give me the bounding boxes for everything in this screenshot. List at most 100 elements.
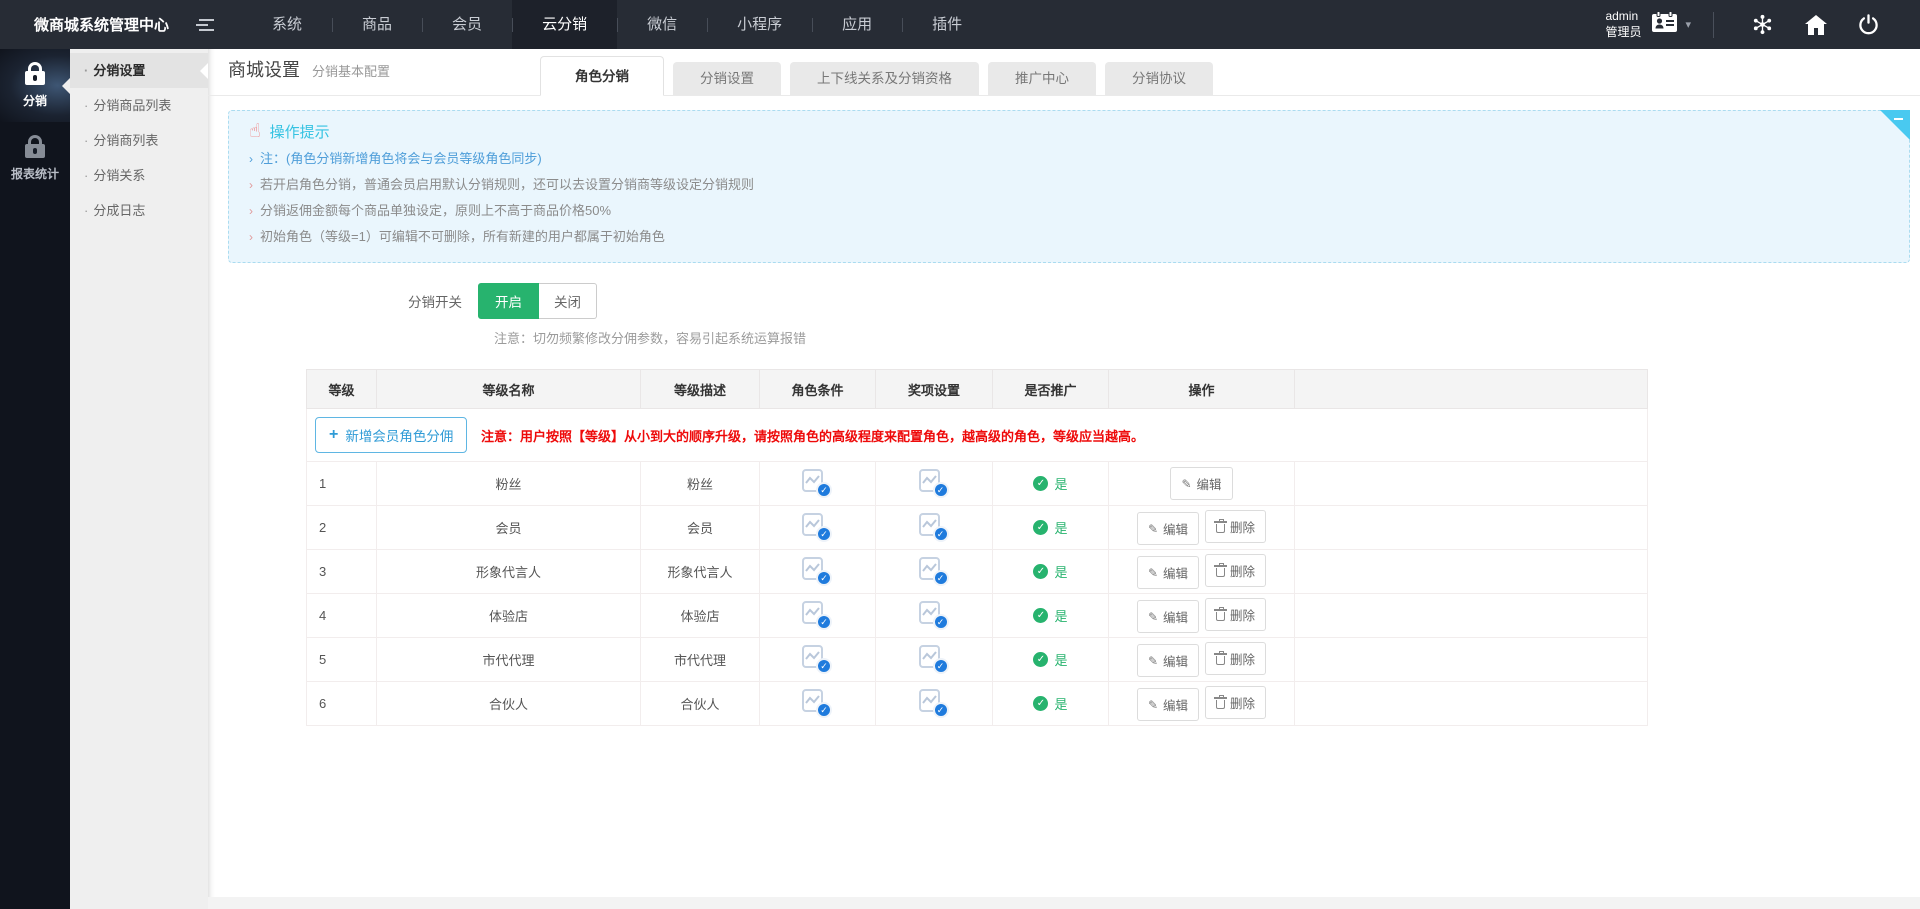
table-toolbar-row: + 新增会员角色分佣 注意：用户按照【等级】从小到大的顺序升级，请按照角色的高级… (307, 409, 1648, 462)
topnav-item[interactable]: 小程序 (707, 0, 812, 49)
sidebar-item[interactable]: ·分销关系 (70, 158, 208, 193)
sidebar-item[interactable]: ·分销商列表 (70, 123, 208, 158)
home-icon[interactable] (1804, 14, 1828, 36)
promote-text: 是 (1054, 474, 1067, 493)
role-condition-config-icon[interactable]: ✓ (802, 689, 833, 716)
check-badge-icon: ✓ (816, 614, 832, 630)
edit-button[interactable]: ✎ 编辑 (1137, 556, 1199, 589)
switch-on-button[interactable]: 开启 (478, 283, 539, 319)
col-header-promote: 是否推广 (993, 370, 1109, 409)
edit-button[interactable]: ✎ 编辑 (1137, 644, 1199, 677)
add-role-button[interactable]: + 新增会员角色分佣 (315, 417, 467, 453)
delete-button[interactable]: 删除 (1205, 554, 1266, 587)
actions-cell: ✎ 编辑 删除 (1109, 550, 1295, 594)
switch-off-button[interactable]: 关闭 (539, 283, 597, 319)
role-condition-config-icon[interactable]: ✓ (802, 513, 833, 540)
check-circle-icon: ✓ (1033, 608, 1048, 623)
topnav-item[interactable]: 微信 (617, 0, 707, 49)
award-setting-config-icon[interactable]: ✓ (919, 601, 950, 628)
promote-text: 是 (1054, 518, 1067, 537)
level-cell: 3 (307, 550, 377, 594)
hamburger-menu-icon[interactable] (199, 19, 214, 31)
check-badge-icon: ✓ (933, 482, 949, 498)
award-setting-cell: ✓ (876, 506, 993, 550)
page-title: 商城设置 (228, 56, 300, 82)
col-header-name: 等级名称 (377, 370, 641, 409)
role-condition-cell: ✓ (760, 462, 876, 506)
tab[interactable]: 推广中心 (988, 62, 1096, 95)
edit-button[interactable]: ✎ 编辑 (1137, 600, 1199, 633)
page-body: ☝ 操作提示 ›注：(角色分销新增角色将会与会员等级角色同步) ›若开启角色分销… (208, 96, 1920, 897)
switch-label: 分销开关 (228, 291, 478, 311)
tips-list: ›注：(角色分销新增角色将会与会员等级角色同步) ›若开启角色分销，普通会员启用… (249, 146, 1889, 250)
promote-status: ✓ 是 (1033, 518, 1067, 537)
award-setting-config-icon[interactable]: ✓ (919, 557, 950, 584)
tip-bullet-icon: › (249, 230, 253, 244)
share-nodes-icon[interactable] (1751, 13, 1774, 36)
topnav-item[interactable]: 云分销 (512, 0, 617, 49)
role-condition-cell: ✓ (760, 638, 876, 682)
tab[interactable]: 分销协议 (1105, 62, 1213, 95)
check-badge-icon: ✓ (816, 702, 832, 718)
pencil-icon: ✎ (1148, 522, 1158, 536)
check-badge-icon: ✓ (816, 658, 832, 674)
award-setting-config-icon[interactable]: ✓ (919, 689, 950, 716)
edit-button[interactable]: ✎ 编辑 (1137, 688, 1199, 721)
id-card-icon (1651, 11, 1678, 38)
promote-cell: ✓ 是 (993, 550, 1109, 594)
check-badge-icon: ✓ (933, 658, 949, 674)
rail-item[interactable]: 报表统计 (0, 122, 70, 195)
role-condition-config-icon[interactable]: ✓ (802, 469, 833, 496)
role-condition-config-icon[interactable]: ✓ (802, 557, 833, 584)
tip-item: ›若开启角色分销，普通会员启用默认分销规则，还可以去设置分销商等级设定分销规则 (249, 172, 1889, 198)
topnav-item[interactable]: 会员 (422, 0, 512, 49)
plus-icon: + (329, 427, 338, 443)
topnav-item[interactable]: 系统 (242, 0, 332, 49)
award-setting-config-icon[interactable]: ✓ (919, 469, 950, 496)
delete-button[interactable]: 删除 (1205, 598, 1266, 631)
operation-tips-box: ☝ 操作提示 ›注：(角色分销新增角色将会与会员等级角色同步) ›若开启角色分销… (228, 110, 1910, 263)
edit-button[interactable]: ✎ 编辑 (1170, 467, 1232, 500)
delete-button[interactable]: 删除 (1205, 686, 1266, 719)
award-setting-config-icon[interactable]: ✓ (919, 513, 950, 540)
topbar-right: admin 管理员 ▾ (1605, 9, 1920, 40)
rail-item[interactable]: 分销 (0, 49, 70, 122)
tab[interactable]: 角色分销 (540, 56, 664, 96)
actions-cell: ✎ 编辑 删除 (1109, 594, 1295, 638)
role-condition-config-icon[interactable]: ✓ (802, 645, 833, 672)
main-content: 商城设置 分销基本配置 角色分销分销设置上下线关系及分销资格推广中心分销协议 ☝… (208, 49, 1920, 909)
user-role: 管理员 (1605, 25, 1641, 41)
award-setting-config-icon[interactable]: ✓ (919, 645, 950, 672)
edit-button[interactable]: ✎ 编辑 (1137, 512, 1199, 545)
pencil-icon: ✎ (1148, 566, 1158, 580)
sidebar-item[interactable]: ·分销设置 (70, 53, 208, 88)
sidebar-item-label: 分销商品列表 (93, 98, 171, 113)
award-setting-cell: ✓ (876, 550, 993, 594)
level-name-cell: 市代代理 (377, 638, 641, 682)
topnav-item[interactable]: 应用 (812, 0, 902, 49)
collapse-fold-button[interactable] (1880, 110, 1910, 140)
delete-button[interactable]: 删除 (1205, 642, 1266, 675)
pencil-icon: ✎ (1148, 654, 1158, 668)
topnav-item[interactable]: 商品 (332, 0, 422, 49)
check-badge-icon: ✓ (816, 482, 832, 498)
level-cell: 2 (307, 506, 377, 550)
promote-cell: ✓ 是 (993, 682, 1109, 726)
top-nav: 系统商品会员云分销微信小程序应用插件 (242, 0, 992, 49)
sidebar-item[interactable]: ·分成日志 (70, 193, 208, 228)
tab[interactable]: 分销设置 (673, 62, 781, 95)
user-name: admin (1605, 9, 1641, 25)
role-condition-config-icon[interactable]: ✓ (802, 601, 833, 628)
promote-status: ✓ 是 (1033, 694, 1067, 713)
profile-menu[interactable]: ▾ (1651, 11, 1691, 38)
delete-button[interactable]: 删除 (1205, 510, 1266, 543)
topnav-item[interactable]: 插件 (902, 0, 992, 49)
tab[interactable]: 上下线关系及分销资格 (790, 62, 979, 95)
trash-icon (1216, 568, 1225, 577)
sidebar-item-label: 分销商列表 (93, 133, 158, 148)
power-icon[interactable] (1858, 14, 1879, 35)
sidebar-item[interactable]: ·分销商品列表 (70, 88, 208, 123)
topbar: 微商城系统管理中心 系统商品会员云分销微信小程序应用插件 admin 管理员 ▾ (0, 0, 1920, 49)
actions-cell: ✎ 编辑 (1109, 462, 1295, 506)
app-title: 微商城系统管理中心 (0, 14, 169, 35)
